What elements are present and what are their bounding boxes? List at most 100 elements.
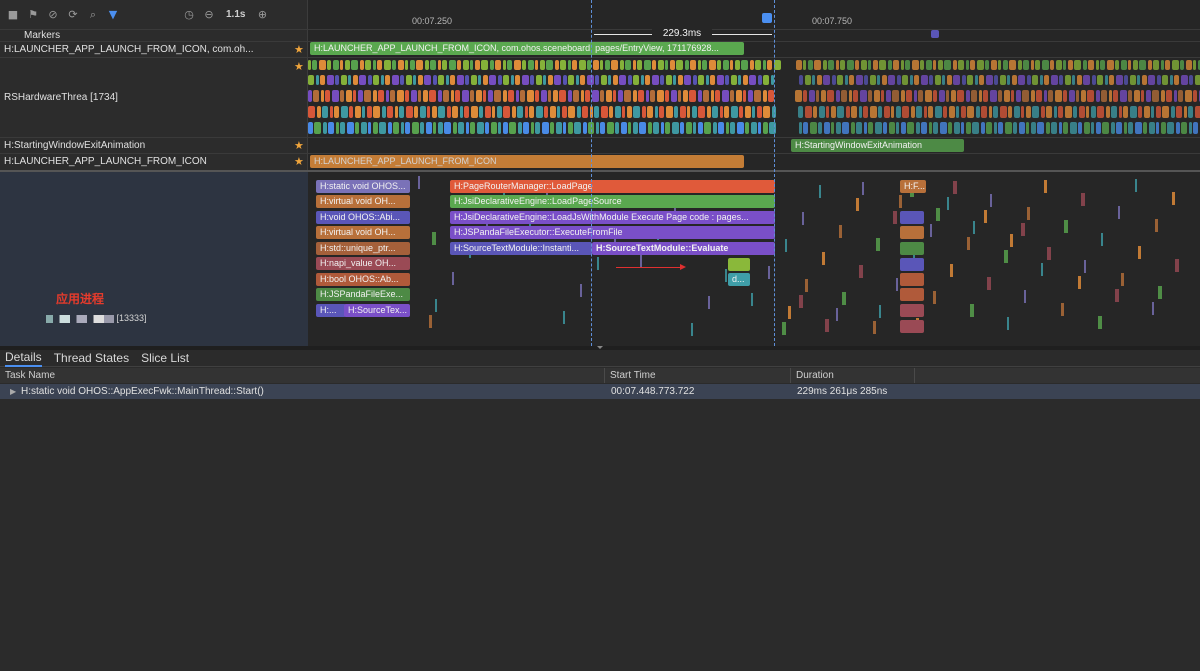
slice-right[interactable] xyxy=(900,273,924,286)
rs-slice xyxy=(585,90,590,102)
slice-right[interactable] xyxy=(900,304,924,317)
rs-slice xyxy=(540,60,545,70)
slice-bool-ohos[interactable]: H:bool OHOS::Ab... xyxy=(316,273,410,286)
rs-slice xyxy=(507,60,512,70)
slice-page-router[interactable]: H:PageRouterManager::LoadPage xyxy=(450,180,775,193)
column-start-time[interactable]: Start Time xyxy=(605,368,791,383)
tab-slice-list[interactable]: Slice List xyxy=(141,351,189,366)
rs-slice xyxy=(420,122,424,134)
star-icon[interactable]: ★ xyxy=(294,60,304,73)
slice-launch-marker[interactable]: H:LAUNCHER_APP_LAUNCH_FROM_ICON, com.oho… xyxy=(310,42,744,55)
track-launch-marker[interactable]: H:LAUNCHER_APP_LAUNCH_FROM_ICON, com.oh.… xyxy=(4,44,254,55)
filter-icon[interactable]: ▼ xyxy=(106,8,120,22)
slice-virtual-void[interactable]: H:virtual void OH... xyxy=(316,195,410,208)
rs-slice xyxy=(433,75,437,85)
column-duration[interactable]: Duration xyxy=(791,368,915,383)
slice-jsi-load-page-source[interactable]: H:JsiDeclarativeEngine::LoadPageSource xyxy=(450,195,775,208)
rs-slice xyxy=(1014,106,1020,118)
slice-right[interactable] xyxy=(900,320,924,333)
square-icon[interactable]: ■ xyxy=(6,8,20,22)
slice-right[interactable] xyxy=(900,211,924,224)
rs-slice xyxy=(799,122,802,134)
slice-right[interactable] xyxy=(900,242,924,255)
timer-icon[interactable]: ◷ xyxy=(182,8,196,22)
rs-slice xyxy=(1189,122,1192,134)
rs-slice xyxy=(615,122,619,134)
rs-slice xyxy=(464,106,469,118)
trace-view[interactable]: ■ ⚑ ⊘ ⟳ ⌕ ▼ ◷ ⊖ 1.1s ⊕ Markers H:LAUNCHE… xyxy=(0,0,1200,346)
slice-jspanda-execute[interactable]: H:JSPandaFileExecutor::ExecuteFromFile xyxy=(450,226,775,239)
zoom-in-icon[interactable]: ⊕ xyxy=(255,8,269,22)
block-icon[interactable]: ⊘ xyxy=(46,8,60,22)
flame-slice xyxy=(953,181,957,194)
flag-icon[interactable]: ⚑ xyxy=(26,8,40,22)
slice-launch-from-icon[interactable]: H:LAUNCHER_APP_LAUNCH_FROM_ICON xyxy=(310,155,744,168)
slice-napi-value[interactable]: H:napi_value OH... xyxy=(316,257,410,270)
rs-slice xyxy=(577,106,581,118)
column-task-name[interactable]: Task Name xyxy=(0,368,605,383)
star-icon[interactable]: ★ xyxy=(294,43,304,56)
slice-hf[interactable]: H:F... xyxy=(900,180,926,193)
slice-static-void[interactable]: H:static void OHOS... xyxy=(316,180,410,193)
rs-slice xyxy=(413,75,416,85)
rs-slice xyxy=(1143,122,1147,134)
rs-slice xyxy=(655,106,658,118)
refresh-icon[interactable]: ⟳ xyxy=(66,8,80,22)
search-icon[interactable]: ⌕ xyxy=(86,8,100,22)
process-name[interactable]: [13333] xyxy=(46,313,147,323)
rs-slice xyxy=(648,122,652,134)
slice-virtual-void-2[interactable]: H:virtual void OH... xyxy=(316,226,410,239)
zoom-out-icon[interactable]: ⊖ xyxy=(202,8,216,22)
track-rs-thread[interactable]: RSHardwareThrea [1734] xyxy=(4,92,118,103)
star-icon[interactable]: ★ xyxy=(294,155,304,168)
rs-slice xyxy=(774,60,781,70)
rs-slice xyxy=(1091,122,1094,134)
expand-icon[interactable]: ▶ xyxy=(10,384,16,399)
rs-slice xyxy=(546,60,553,70)
range-end-line[interactable] xyxy=(774,0,775,346)
rs-slice xyxy=(861,60,867,70)
rs-slice xyxy=(879,60,886,70)
track-starting-window[interactable]: H:StartingWindowExitAnimation xyxy=(4,140,145,151)
marker-flag-icon[interactable] xyxy=(931,30,939,38)
slice-right[interactable] xyxy=(900,258,924,271)
slice-right[interactable] xyxy=(900,226,924,239)
slice-std-unique[interactable]: H:std::unique_ptr... xyxy=(316,242,410,255)
rs-slice xyxy=(711,90,714,102)
rs-slice xyxy=(430,60,436,70)
slice-right[interactable] xyxy=(900,288,924,301)
rs-slice xyxy=(763,75,769,85)
slice-jspanda-exec[interactable]: H:JSPandaFileExe... xyxy=(316,288,410,301)
slice-void-ohos[interactable]: H:void OHOS::Abi... xyxy=(316,211,410,224)
star-icon[interactable]: ★ xyxy=(294,139,304,152)
tab-thread-states[interactable]: Thread States xyxy=(54,351,129,366)
rs-slice xyxy=(327,75,334,85)
flame-slice xyxy=(1041,263,1043,276)
table-row[interactable]: ▶ H:static void OHOS::AppExecFwk::MainTh… xyxy=(0,384,1200,399)
rs-slice xyxy=(562,106,567,118)
collapse-icon[interactable] xyxy=(597,346,603,349)
slice-small[interactable] xyxy=(728,258,750,271)
flame-slice xyxy=(435,299,437,312)
timeline-canvas[interactable]: H:LAUNCHER_APP_LAUNCH_FROM_ICON, com.oho… xyxy=(308,0,1200,346)
rs-slice xyxy=(685,60,689,70)
slice-h-short[interactable]: H:... xyxy=(316,304,346,317)
rs-slice xyxy=(892,90,899,102)
tab-details[interactable]: Details xyxy=(5,350,42,367)
rs-slice xyxy=(678,90,681,102)
rs-slice xyxy=(601,75,607,85)
slice-starting-window[interactable]: H:StartingWindowExitAnimation xyxy=(791,139,964,152)
rs-slice xyxy=(665,122,670,134)
rs-slice xyxy=(625,60,631,70)
rs-slice xyxy=(503,106,510,118)
slice-jsi-load-js[interactable]: H:JsiDeclarativeEngine::LoadJsWithModule… xyxy=(450,211,775,224)
rs-slice xyxy=(462,90,469,102)
slice-source-text-inst[interactable]: H:SourceTextModule::Instanti... xyxy=(450,242,592,255)
slice-source-text-eval[interactable]: H:SourceTextModule::Evaluate xyxy=(592,242,775,255)
slice-source-tex[interactable]: H:SourceTex... xyxy=(344,304,410,317)
bookmark-icon[interactable] xyxy=(762,13,772,23)
track-launch-from-icon[interactable]: H:LAUNCHER_APP_LAUNCH_FROM_ICON xyxy=(4,156,207,167)
range-start-line[interactable] xyxy=(591,0,592,346)
rs-slice xyxy=(405,90,409,102)
slice-d[interactable]: d... xyxy=(728,273,750,286)
